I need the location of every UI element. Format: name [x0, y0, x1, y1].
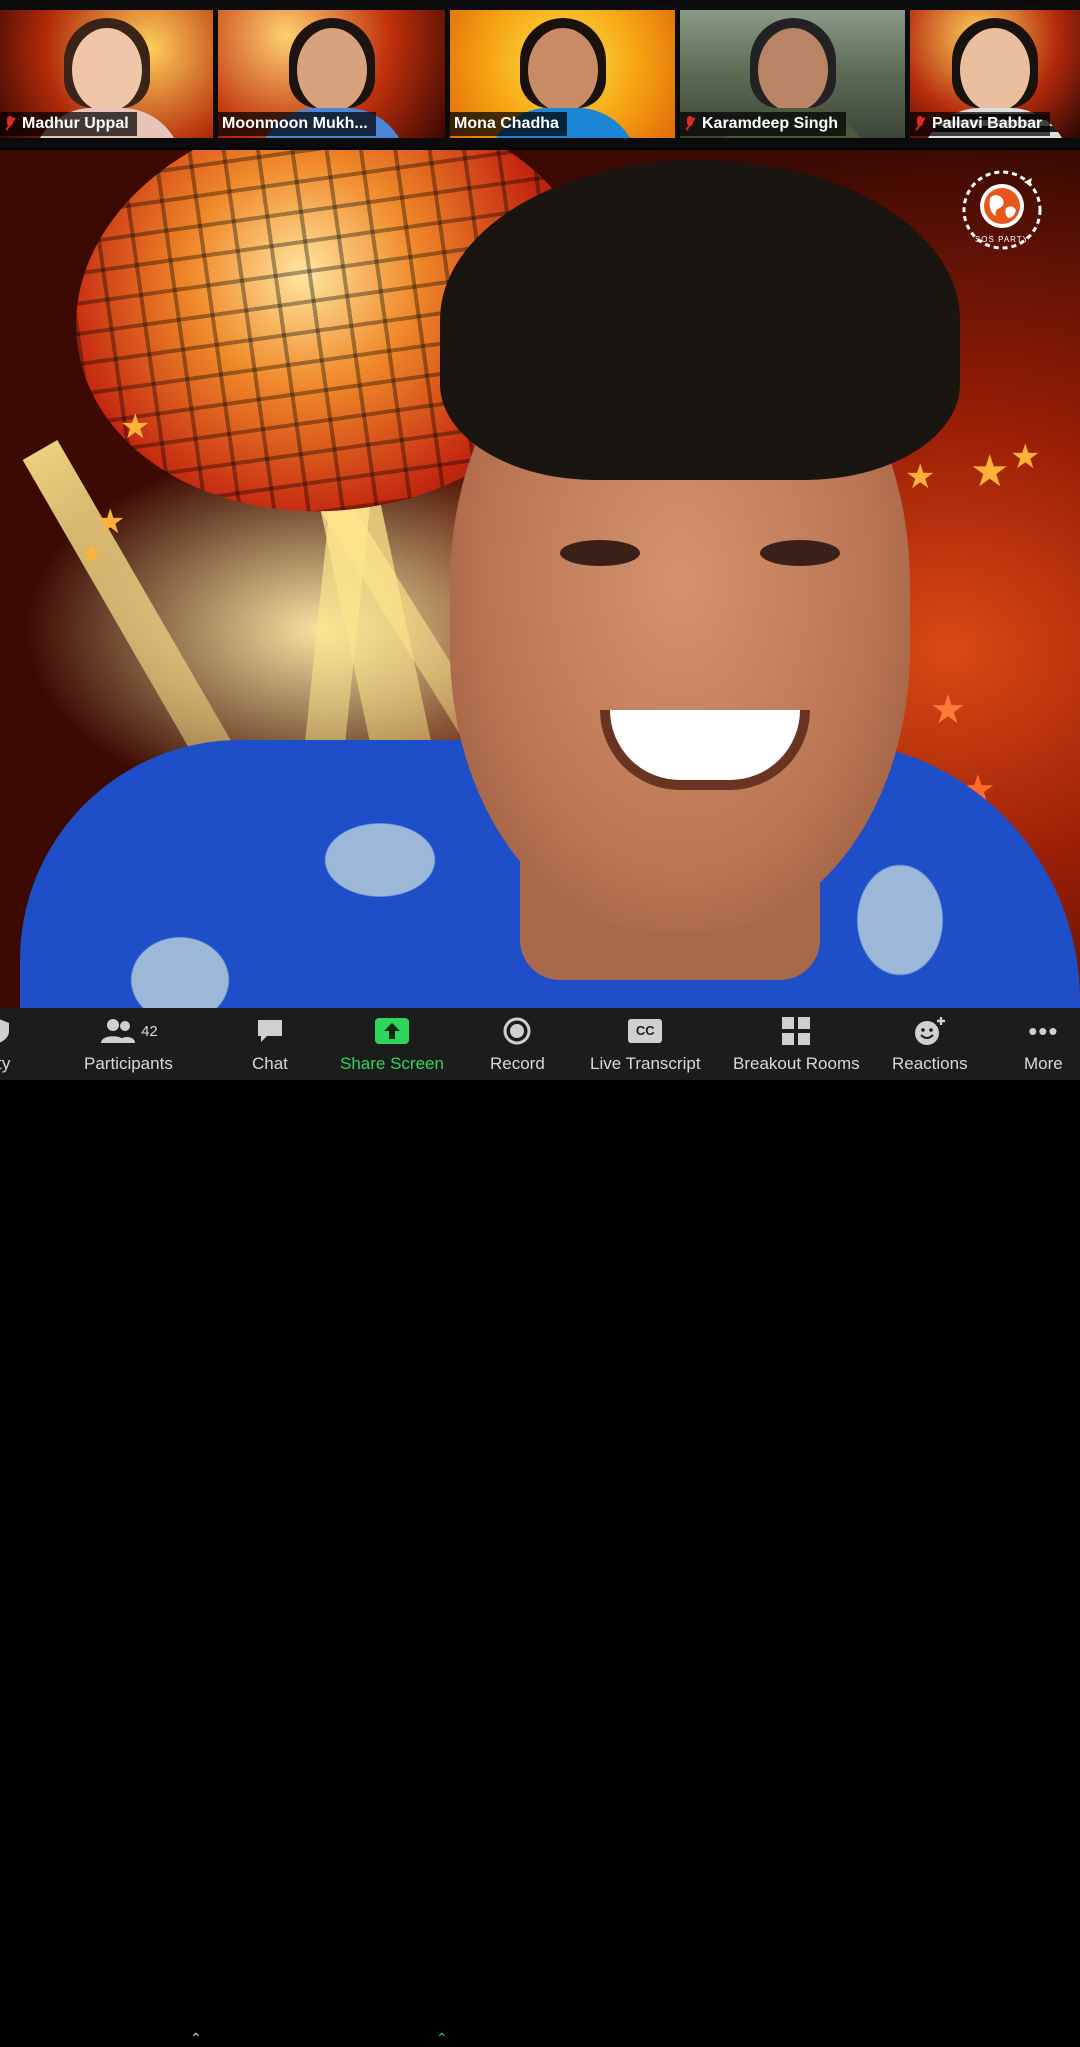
svg-text:SOS PARTY: SOS PARTY: [975, 235, 1029, 244]
participants-count: 42: [141, 1022, 158, 1040]
reactions-button[interactable]: Reactions: [892, 1016, 968, 1074]
mic-muted-icon: [4, 116, 16, 132]
participant-tile-moonmoon[interactable]: Moonmoon Mukh...: [218, 10, 445, 138]
participant-namebar: Madhur Uppal: [0, 112, 137, 136]
breakout-rooms-button[interactable]: Breakout Rooms: [733, 1016, 860, 1074]
breakout-rooms-label: Breakout Rooms: [733, 1054, 860, 1073]
speaker-eye: [760, 540, 840, 566]
security-label: rity: [0, 1054, 11, 1073]
record-button[interactable]: Record: [490, 1016, 545, 1074]
security-button[interactable]: rity: [0, 1016, 12, 1074]
record-label: Record: [490, 1054, 545, 1073]
more-label: More: [1024, 1054, 1063, 1073]
chat-icon: [257, 1020, 282, 1042]
participants-label: Participants: [84, 1054, 173, 1073]
chat-label: Chat: [252, 1054, 288, 1073]
participant-name: Karamdeep Singh: [702, 115, 839, 132]
participant-namebar: Moonmoon Mukh...: [218, 112, 376, 136]
chat-button[interactable]: Chat: [252, 1016, 288, 1074]
more-button[interactable]: ••• More: [1024, 1016, 1063, 1074]
star-decoration: ★: [120, 408, 151, 446]
participant-name: Moonmoon Mukh...: [222, 115, 368, 132]
mic-muted-icon: [914, 116, 926, 132]
reactions-icon: [914, 1017, 945, 1045]
participant-tile-madhur[interactable]: Madhur Uppal: [0, 10, 213, 138]
shield-icon: [0, 1019, 9, 1043]
participant-tile-karamdeep[interactable]: Karamdeep Singh: [680, 10, 905, 138]
participant-tile-mona[interactable]: Mona Chadha: [450, 10, 675, 138]
participant-name: Pallavi Babbar: [932, 115, 1043, 132]
speaker-hair: [440, 160, 960, 480]
participant-tile-pallavi[interactable]: Pallavi Babbar: [910, 10, 1080, 138]
live-transcript-button[interactable]: CC Live Transcript: [590, 1016, 701, 1074]
share-screen-button[interactable]: Share Screen: [340, 1016, 444, 1074]
participant-name: Madhur Uppal: [22, 115, 129, 132]
closed-caption-icon: CC: [628, 1019, 663, 1043]
more-dots-icon: •••: [1028, 1016, 1059, 1046]
live-transcript-label: Live Transcript: [590, 1054, 701, 1073]
participant-namebar: Karamdeep Singh: [680, 112, 847, 136]
record-icon: [503, 1017, 531, 1045]
star-decoration: ★: [970, 447, 1010, 496]
participants-icon: [101, 1019, 136, 1043]
active-speaker-video: ★ ★ ★ ★ ★ ★ ★ ★ ★ SOS PARTY: [0, 150, 1080, 1008]
reactions-label: Reactions: [892, 1054, 968, 1073]
participant-strip: Madhur Uppal Moonmoon Mukh... Mona Chadh…: [0, 0, 1080, 148]
share-screen-icon: [374, 1018, 409, 1044]
participant-name: Mona Chadha: [454, 115, 559, 132]
star-decoration: ★: [80, 538, 104, 568]
mic-muted-icon: [684, 116, 696, 132]
sos-party-logo: SOS PARTY: [962, 170, 1042, 250]
star-decoration: ★: [1010, 438, 1041, 476]
star-decoration: ★: [930, 688, 966, 732]
share-screen-label: Share Screen: [340, 1054, 444, 1073]
star-decoration: ★: [905, 458, 936, 496]
meeting-toolbar: rity 42 Participants ⌃ Chat Share Screen…: [0, 1008, 1080, 2046]
participant-namebar: Pallavi Babbar: [910, 112, 1051, 136]
participants-button[interactable]: 42 Participants: [84, 1016, 173, 1074]
share-screen-caret-icon[interactable]: ⌃: [436, 2030, 448, 2047]
participants-caret-icon[interactable]: ⌃: [190, 2030, 202, 2047]
star-decoration: ★: [95, 503, 126, 541]
speaker-eye: [560, 540, 640, 566]
participant-namebar: Mona Chadha: [450, 112, 567, 136]
breakout-rooms-icon: [782, 1017, 811, 1045]
